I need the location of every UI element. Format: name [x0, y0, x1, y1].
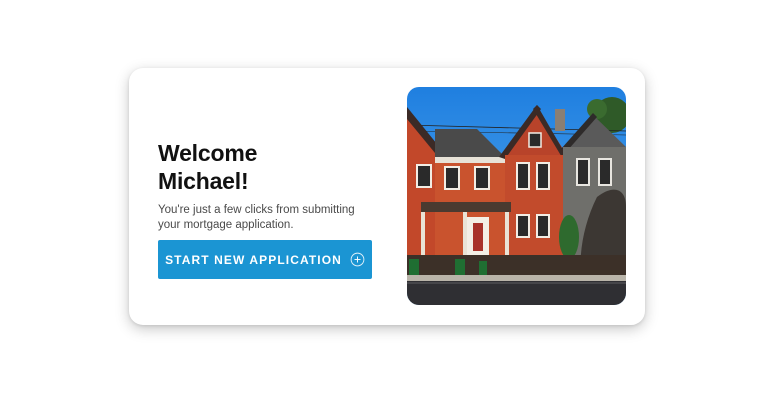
welcome-heading-line1: Welcome: [158, 140, 258, 166]
welcome-heading-line2: Michael!: [158, 168, 249, 194]
start-new-application-label: START NEW APPLICATION: [165, 252, 342, 267]
welcome-text-block: Welcome Michael! You're just a few click…: [158, 139, 373, 233]
start-new-application-button[interactable]: START NEW APPLICATION: [158, 240, 372, 279]
welcome-card: Welcome Michael! You're just a few click…: [129, 68, 645, 325]
welcome-heading: Welcome Michael!: [158, 139, 373, 195]
welcome-subtitle: You're just a few clicks from submitting…: [158, 204, 355, 231]
house-photo: [407, 87, 626, 305]
brick-houses-illustration: [407, 87, 626, 305]
plus-circle-icon: [350, 252, 365, 267]
